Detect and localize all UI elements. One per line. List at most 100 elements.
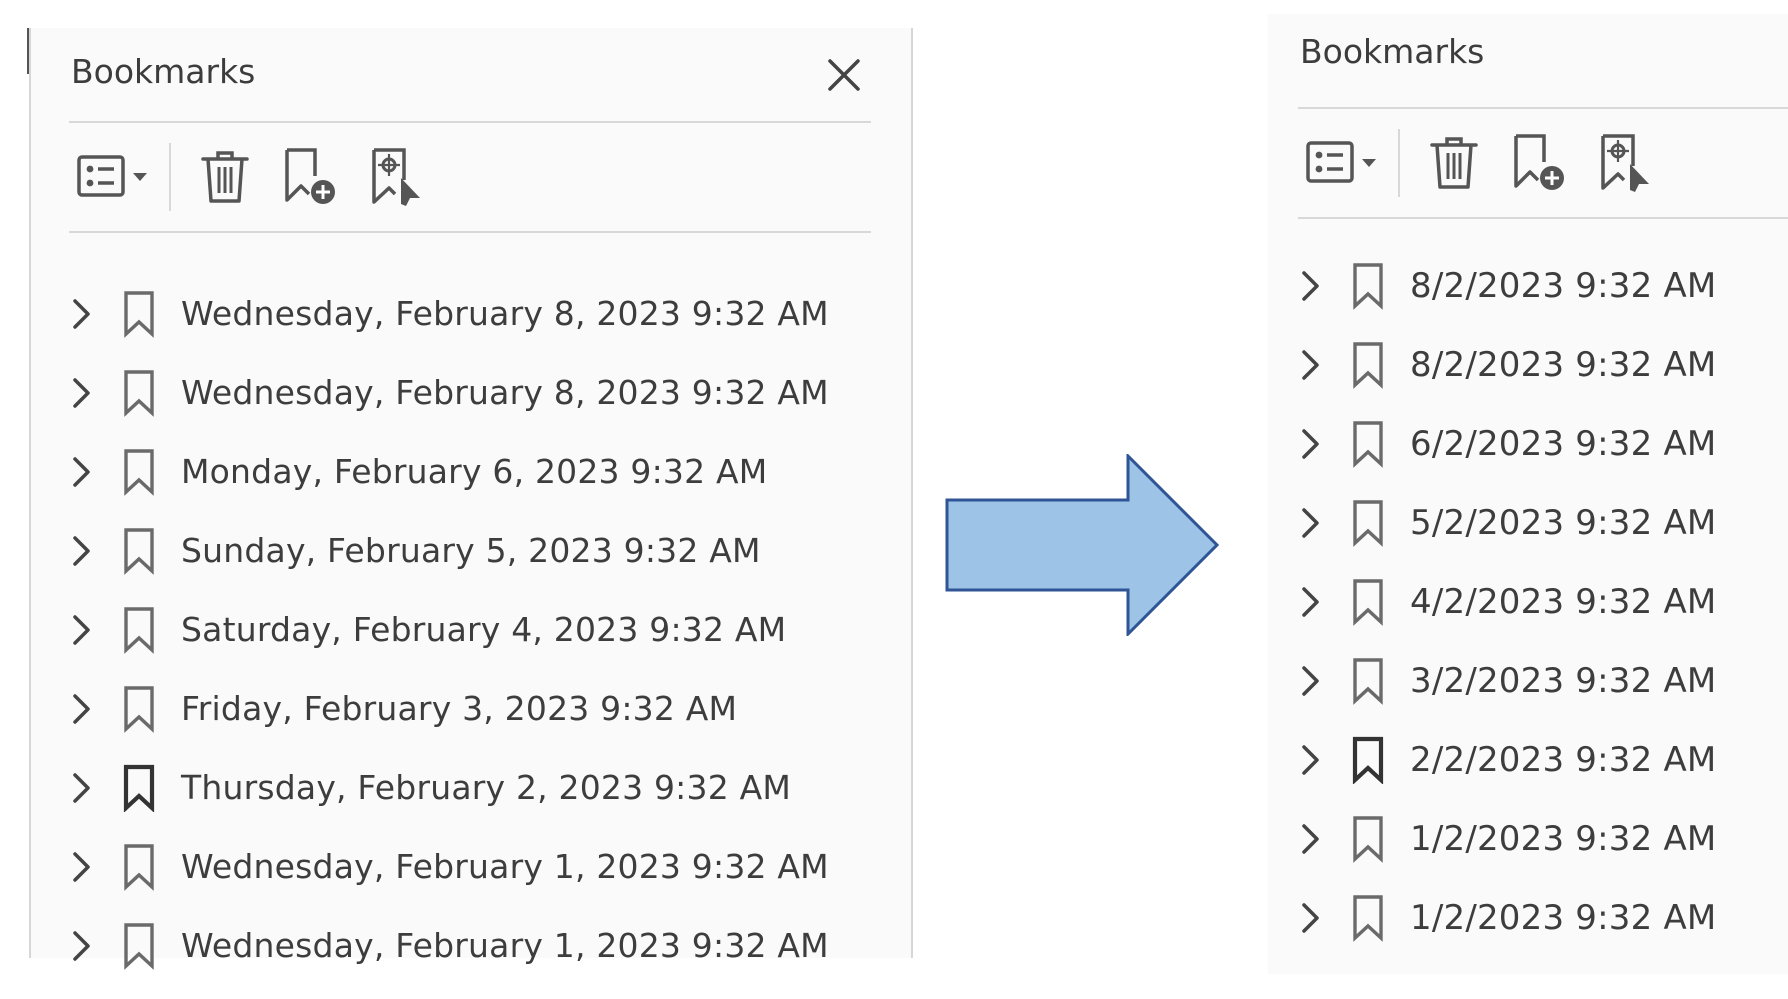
bookmark-label: Saturday, February 4, 2023 9:32 AM <box>181 610 787 649</box>
close-icon <box>828 59 860 91</box>
expand-chevron-icon[interactable] <box>61 606 101 654</box>
add-bookmark-button[interactable] <box>1506 129 1574 197</box>
expand-chevron-icon[interactable] <box>1290 894 1330 942</box>
bookmark-label: 1/2/2023 9:32 AM <box>1410 818 1717 859</box>
bookmark-icon <box>1344 258 1392 314</box>
bookmark-icon <box>1344 890 1392 946</box>
toolbar-separator <box>1298 217 1788 219</box>
bookmark-label: Wednesday, February 8, 2023 9:32 AM <box>181 373 829 412</box>
bookmark-label: Sunday, February 5, 2023 9:32 AM <box>181 531 761 570</box>
bookmark-icon <box>115 444 163 500</box>
bookmark-item[interactable]: Wednesday, February 1, 2023 9:32 AM <box>61 906 829 985</box>
bookmark-list: 8/2/2023 9:32 AM 8/2/2023 9:32 AM 6/2/2023… <box>1290 246 1716 957</box>
bookmark-item[interactable]: Sunday, February 5, 2023 9:32 AM <box>61 511 829 590</box>
add-bookmark-icon <box>285 148 335 204</box>
bookmark-item[interactable]: 3/2/2023 9:32 AM <box>1290 641 1716 720</box>
bookmark-icon <box>115 523 163 579</box>
bookmark-item[interactable]: Saturday, February 4, 2023 9:32 AM <box>61 590 829 669</box>
bookmarks-toolbar <box>71 141 449 213</box>
expand-chevron-icon[interactable] <box>61 527 101 575</box>
add-bookmark-button[interactable] <box>277 143 345 211</box>
bookmarks-toolbar <box>1300 127 1678 199</box>
bookmark-item[interactable]: Friday, February 3, 2023 9:32 AM <box>61 669 829 748</box>
bookmark-target-icon <box>1601 134 1649 192</box>
bookmark-icon <box>115 918 163 974</box>
expand-chevron-icon[interactable] <box>61 290 101 338</box>
delete-bookmark-button[interactable] <box>191 143 259 211</box>
bookmark-label: 2/2/2023 9:32 AM <box>1410 739 1717 780</box>
expand-chevron-icon[interactable] <box>61 685 101 733</box>
bookmark-label: Friday, February 3, 2023 9:32 AM <box>181 689 738 728</box>
bookmarks-panel-before: Bookmarks Wednesday, February 8, 2023 9:… <box>29 28 913 970</box>
toolbar-divider <box>1398 129 1400 197</box>
expand-chevron-icon[interactable] <box>1290 262 1330 310</box>
bookmark-item[interactable]: 8/2/2023 9:32 AM <box>1290 246 1716 325</box>
new-bookmark-from-selection-button[interactable] <box>363 143 431 211</box>
new-bookmark-from-selection-button[interactable] <box>1592 129 1660 197</box>
bookmark-icon <box>1344 495 1392 551</box>
options-menu-button[interactable] <box>71 143 159 211</box>
bookmark-item[interactable]: 5/2/2023 9:32 AM <box>1290 483 1716 562</box>
bookmark-label: Wednesday, February 8, 2023 9:32 AM <box>181 294 829 333</box>
bookmark-label: Monday, February 6, 2023 9:32 AM <box>181 452 768 491</box>
bookmark-item[interactable]: Thursday, February 2, 2023 9:32 AM <box>61 748 829 827</box>
expand-chevron-icon[interactable] <box>1290 420 1330 468</box>
bookmark-icon <box>1344 416 1392 472</box>
bookmark-item[interactable]: Wednesday, February 8, 2023 9:32 AM <box>61 274 829 353</box>
expand-chevron-icon[interactable] <box>1290 341 1330 389</box>
bookmark-label: 4/2/2023 9:32 AM <box>1410 581 1717 622</box>
bookmark-icon <box>115 760 163 816</box>
toolbar-divider <box>169 143 171 211</box>
bookmark-label: 1/2/2023 9:32 AM <box>1410 897 1717 938</box>
trash-icon <box>201 151 249 203</box>
add-bookmark-icon <box>1514 134 1564 190</box>
bookmark-label: 8/2/2023 9:32 AM <box>1410 265 1717 306</box>
bookmark-icon <box>1344 337 1392 393</box>
bookmark-icon <box>115 602 163 658</box>
bookmark-icon <box>115 839 163 895</box>
bookmark-item[interactable]: Wednesday, February 1, 2023 9:32 AM <box>61 827 829 906</box>
trash-icon <box>1430 137 1478 189</box>
close-button[interactable] <box>819 50 869 100</box>
bookmark-label: 8/2/2023 9:32 AM <box>1410 344 1717 385</box>
toolbar-separator <box>69 231 871 233</box>
expand-chevron-icon[interactable] <box>61 448 101 496</box>
right-arrow-icon <box>945 454 1220 636</box>
title-separator <box>69 121 871 123</box>
expand-chevron-icon[interactable] <box>61 369 101 417</box>
bookmark-item[interactable]: 1/2/2023 9:32 AM <box>1290 799 1716 878</box>
panel-title: Bookmarks <box>71 52 256 91</box>
delete-bookmark-button[interactable] <box>1420 129 1488 197</box>
expand-chevron-icon[interactable] <box>1290 736 1330 784</box>
bookmark-icon <box>1344 653 1392 709</box>
expand-chevron-icon[interactable] <box>61 764 101 812</box>
bookmark-list: Wednesday, February 8, 2023 9:32 AM Wedne… <box>61 274 829 985</box>
bookmark-icon <box>115 365 163 421</box>
expand-chevron-icon[interactable] <box>1290 815 1330 863</box>
bookmark-item[interactable]: Monday, February 6, 2023 9:32 AM <box>61 432 829 511</box>
bookmark-label: Thursday, February 2, 2023 9:32 AM <box>181 768 792 807</box>
bookmark-label: Wednesday, February 1, 2023 9:32 AM <box>181 926 829 965</box>
bookmark-item[interactable]: 1/2/2023 9:32 AM <box>1290 878 1716 957</box>
bookmark-item[interactable]: 8/2/2023 9:32 AM <box>1290 325 1716 404</box>
bookmark-item[interactable]: 6/2/2023 9:32 AM <box>1290 404 1716 483</box>
expand-chevron-icon[interactable] <box>61 843 101 891</box>
title-separator <box>1298 107 1788 109</box>
bookmark-icon <box>1344 574 1392 630</box>
expand-chevron-icon[interactable] <box>1290 578 1330 626</box>
options-menu-button[interactable] <box>1300 129 1388 197</box>
bookmark-label: 6/2/2023 9:32 AM <box>1410 423 1717 464</box>
bookmark-item[interactable]: 2/2/2023 9:32 AM <box>1290 720 1716 799</box>
bookmarks-panel-after: Bookmarks 8/2/2023 9:32 AM 8/2/2023 9:32… <box>1268 14 1788 974</box>
bookmark-label: 5/2/2023 9:32 AM <box>1410 502 1717 543</box>
expand-chevron-icon[interactable] <box>1290 499 1330 547</box>
bookmark-label: 3/2/2023 9:32 AM <box>1410 660 1717 701</box>
expand-chevron-icon[interactable] <box>1290 657 1330 705</box>
expand-chevron-icon[interactable] <box>61 922 101 970</box>
bookmark-item[interactable]: 4/2/2023 9:32 AM <box>1290 562 1716 641</box>
bookmark-label: Wednesday, February 1, 2023 9:32 AM <box>181 847 829 886</box>
bookmark-icon <box>1344 732 1392 788</box>
bookmark-item[interactable]: Wednesday, February 8, 2023 9:32 AM <box>61 353 829 432</box>
panel-title: Bookmarks <box>1300 32 1485 71</box>
bookmark-target-icon <box>372 148 420 206</box>
